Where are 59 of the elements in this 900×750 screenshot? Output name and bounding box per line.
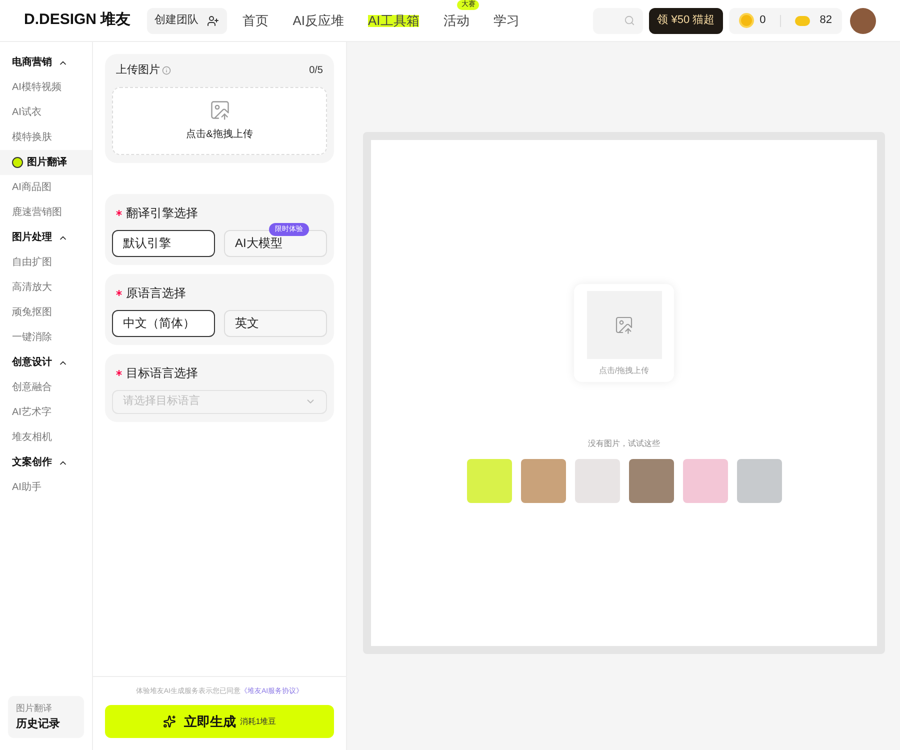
nav-link[interactable]: AI反应堆 [292, 10, 344, 30]
nav-link[interactable]: 活动 [443, 10, 470, 30]
sample-photo-placeholder[interactable] [466, 459, 512, 503]
section-title: 翻译引擎选择 [126, 204, 198, 222]
upload-title: 上传图片 [116, 63, 160, 78]
sidebar-item[interactable]: 高清放大 [0, 275, 92, 300]
sidebar-item[interactable]: 图片翻译 [0, 150, 92, 175]
sidebar-item[interactable]: 顽兔抠图 [0, 300, 92, 325]
nav-link[interactable]: 首页 [242, 10, 269, 30]
option-button[interactable]: 英文 [224, 310, 327, 336]
sidebar-item[interactable]: AI艺术字 [0, 400, 92, 425]
sidebar-group-header[interactable]: 文案创作 [0, 450, 80, 475]
history-caption: 图片翻译 [16, 702, 53, 715]
sidebar-group-header[interactable]: 图片处理 [0, 225, 80, 250]
brand-logo[interactable]: D.DESIGN 堆友 [24, 9, 131, 32]
sidebar-item[interactable]: 模特换肤 [0, 125, 92, 150]
sidebar-item[interactable]: 堆友相机 [0, 425, 92, 450]
sample-photo-placeholder[interactable] [682, 459, 728, 503]
balance-card[interactable]: 0 82 [728, 8, 842, 34]
history-card[interactable]: 图片翻译 历史记录 [8, 696, 84, 738]
section-title: 原语言选择 [126, 284, 186, 302]
info-icon [162, 66, 171, 75]
sidebar-item[interactable]: AI模特视频 [0, 75, 92, 100]
option-button[interactable]: 中文（简体） [112, 310, 215, 336]
sidebar-group-header[interactable]: 创意设计 [0, 350, 80, 375]
image-upload-icon [208, 99, 230, 121]
sidebar-item[interactable]: AI商品图 [0, 175, 92, 200]
bean-icon [794, 16, 810, 26]
add-user-icon [206, 14, 219, 26]
sidebar-item[interactable]: 一键消除 [0, 325, 92, 350]
sample-photo-placeholder[interactable] [628, 459, 674, 503]
nav-link[interactable]: 学习 [493, 10, 520, 30]
nav-link[interactable]: AI工具箱 [368, 14, 420, 26]
sparkle-icon [162, 715, 176, 728]
avatar[interactable] [850, 8, 876, 34]
image-upload-icon [614, 315, 634, 335]
sample-photo-placeholder[interactable] [520, 459, 566, 503]
search-icon [624, 15, 636, 26]
bean-count: 82 [820, 13, 832, 28]
sidebar-item[interactable]: 创意融合 [0, 375, 92, 400]
sample-hint: 没有图片，试试这些 [588, 438, 660, 450]
sample-photo-placeholder[interactable] [736, 459, 782, 503]
generate-button[interactable]: 立即生成 消耗1堆豆 [105, 705, 334, 738]
coin-count: 0 [760, 13, 766, 28]
sidebar-item[interactable]: 自由扩图 [0, 250, 92, 275]
section-title: 目标语言选择 [126, 364, 198, 382]
upload-dropzone[interactable]: 点击&拖拽上传 [112, 86, 327, 154]
promo-button[interactable]: 领 ¥50 猫超 [649, 8, 723, 34]
create-team-button[interactable]: 创建团队 [146, 8, 227, 34]
sidebar-item[interactable]: AI试衣 [0, 100, 92, 125]
search-field[interactable] [593, 8, 644, 34]
coin-icon [738, 13, 754, 28]
upload-count: 0/5 [309, 64, 323, 78]
sidebar-item[interactable]: 鹿速营销图 [0, 200, 92, 225]
option-button[interactable]: 默认引擎 [112, 230, 215, 256]
sidebar-item[interactable]: AI助手 [0, 475, 92, 500]
history-title: 历史记录 [16, 716, 61, 732]
sidebar-group-header[interactable]: 电商营销 [0, 50, 80, 75]
sample-photo-placeholder[interactable] [574, 459, 620, 503]
